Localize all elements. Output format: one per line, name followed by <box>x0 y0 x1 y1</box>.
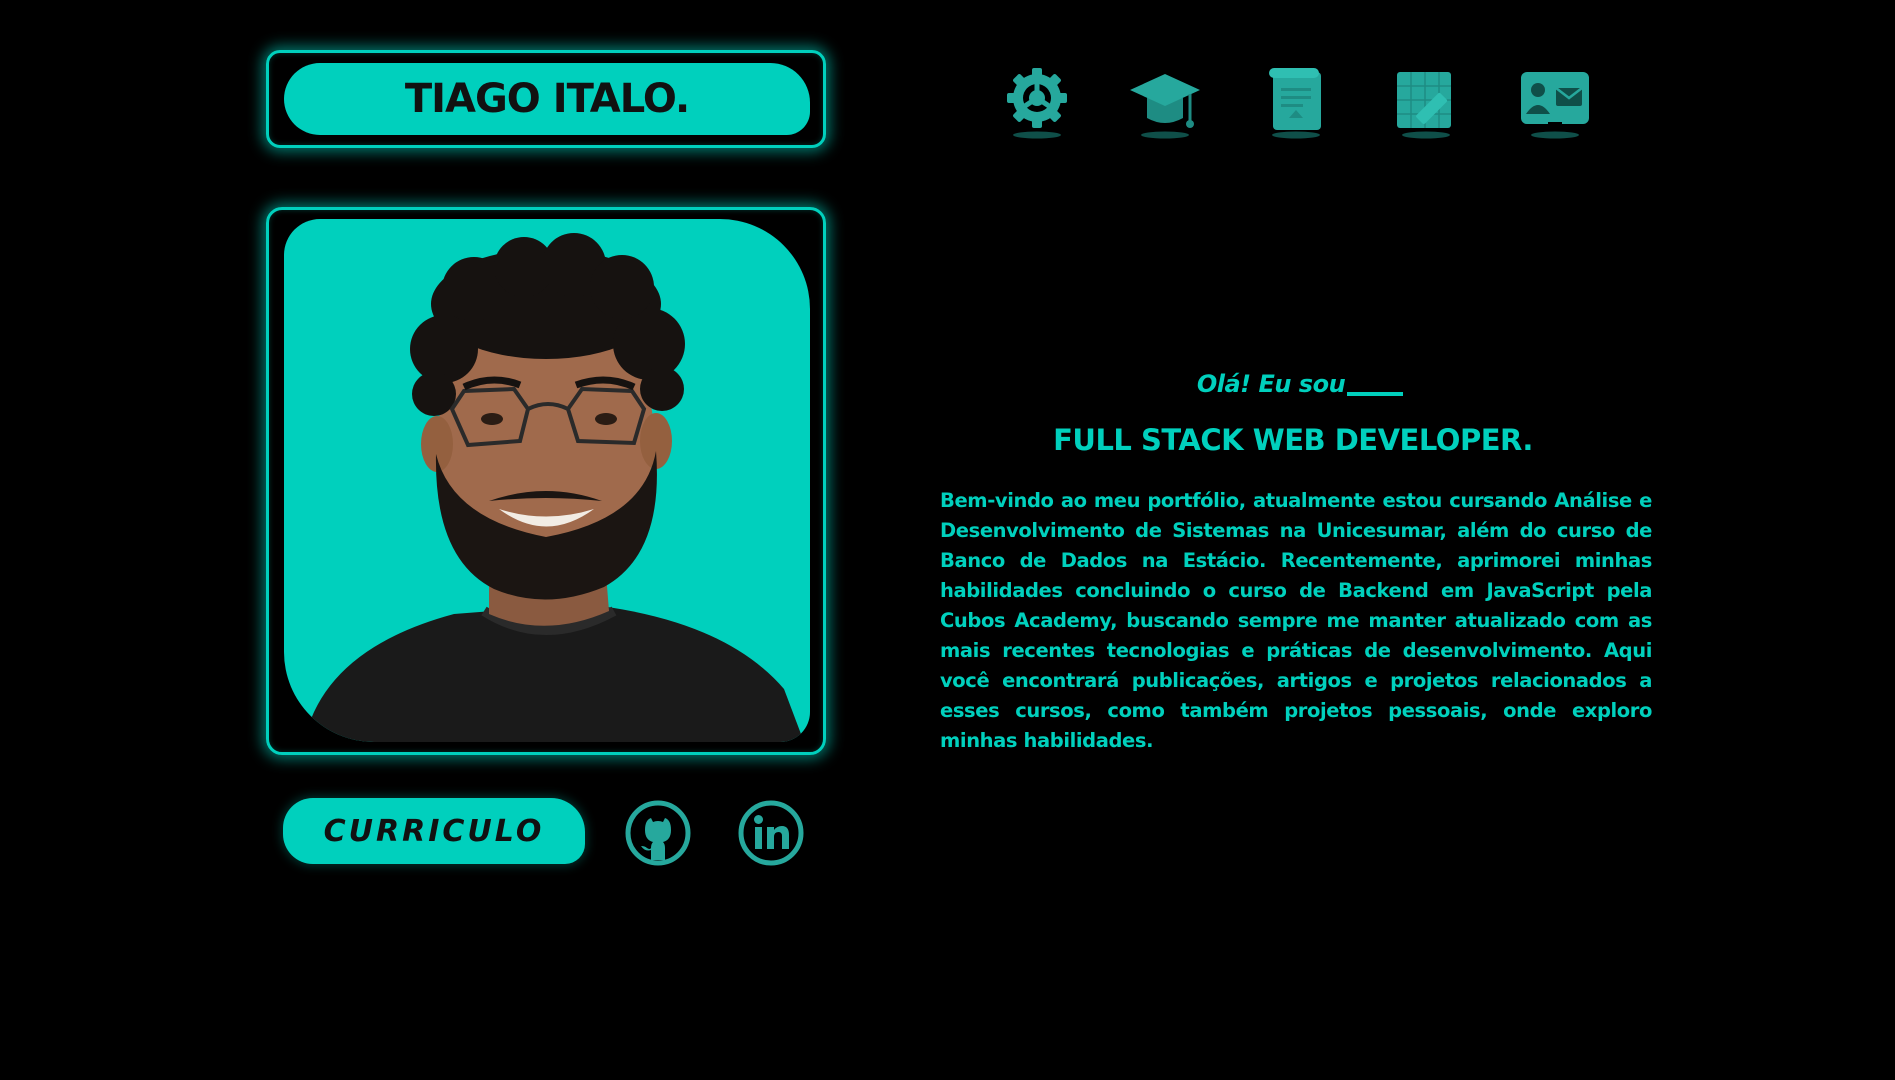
github-link[interactable] <box>625 800 691 866</box>
nav-skills[interactable] <box>1000 64 1074 140</box>
curriculo-button[interactable]: CURRICULO <box>283 798 585 864</box>
contact-card-icon <box>1521 72 1589 139</box>
photo-frame <box>266 207 826 755</box>
nav-projects[interactable] <box>1389 64 1463 140</box>
greeting-text: Olá! Eu sou <box>1060 370 1540 398</box>
scroll-document-icon <box>1269 68 1321 139</box>
role-title: FULL STACK WEB DEVELOPER. <box>1053 423 1533 457</box>
nav-education[interactable] <box>1128 64 1202 140</box>
linkedin-icon <box>738 800 804 866</box>
gear-icon <box>1007 68 1067 139</box>
typing-cursor <box>1347 392 1404 396</box>
bio-paragraph: Bem-vindo ao meu portfólio, atualmente e… <box>940 489 1652 752</box>
name-plate: TIAGO ITALO. <box>266 50 826 148</box>
portrait-image <box>304 233 804 742</box>
greeting-label: Olá! Eu sou <box>1196 370 1346 398</box>
site-title[interactable]: TIAGO ITALO. <box>284 63 810 135</box>
profile-photo <box>284 219 810 742</box>
portfolio-page: TIAGO ITALO. CURRICULO Olá! Eu sou FULL … <box>0 0 1895 1080</box>
nav-certificates[interactable] <box>1259 64 1333 140</box>
graduation-cap-icon <box>1130 74 1200 139</box>
linkedin-link[interactable] <box>738 800 804 866</box>
blueprint-ruler-icon <box>1397 72 1451 139</box>
nav-contact[interactable] <box>1518 64 1592 140</box>
github-icon <box>625 800 691 866</box>
